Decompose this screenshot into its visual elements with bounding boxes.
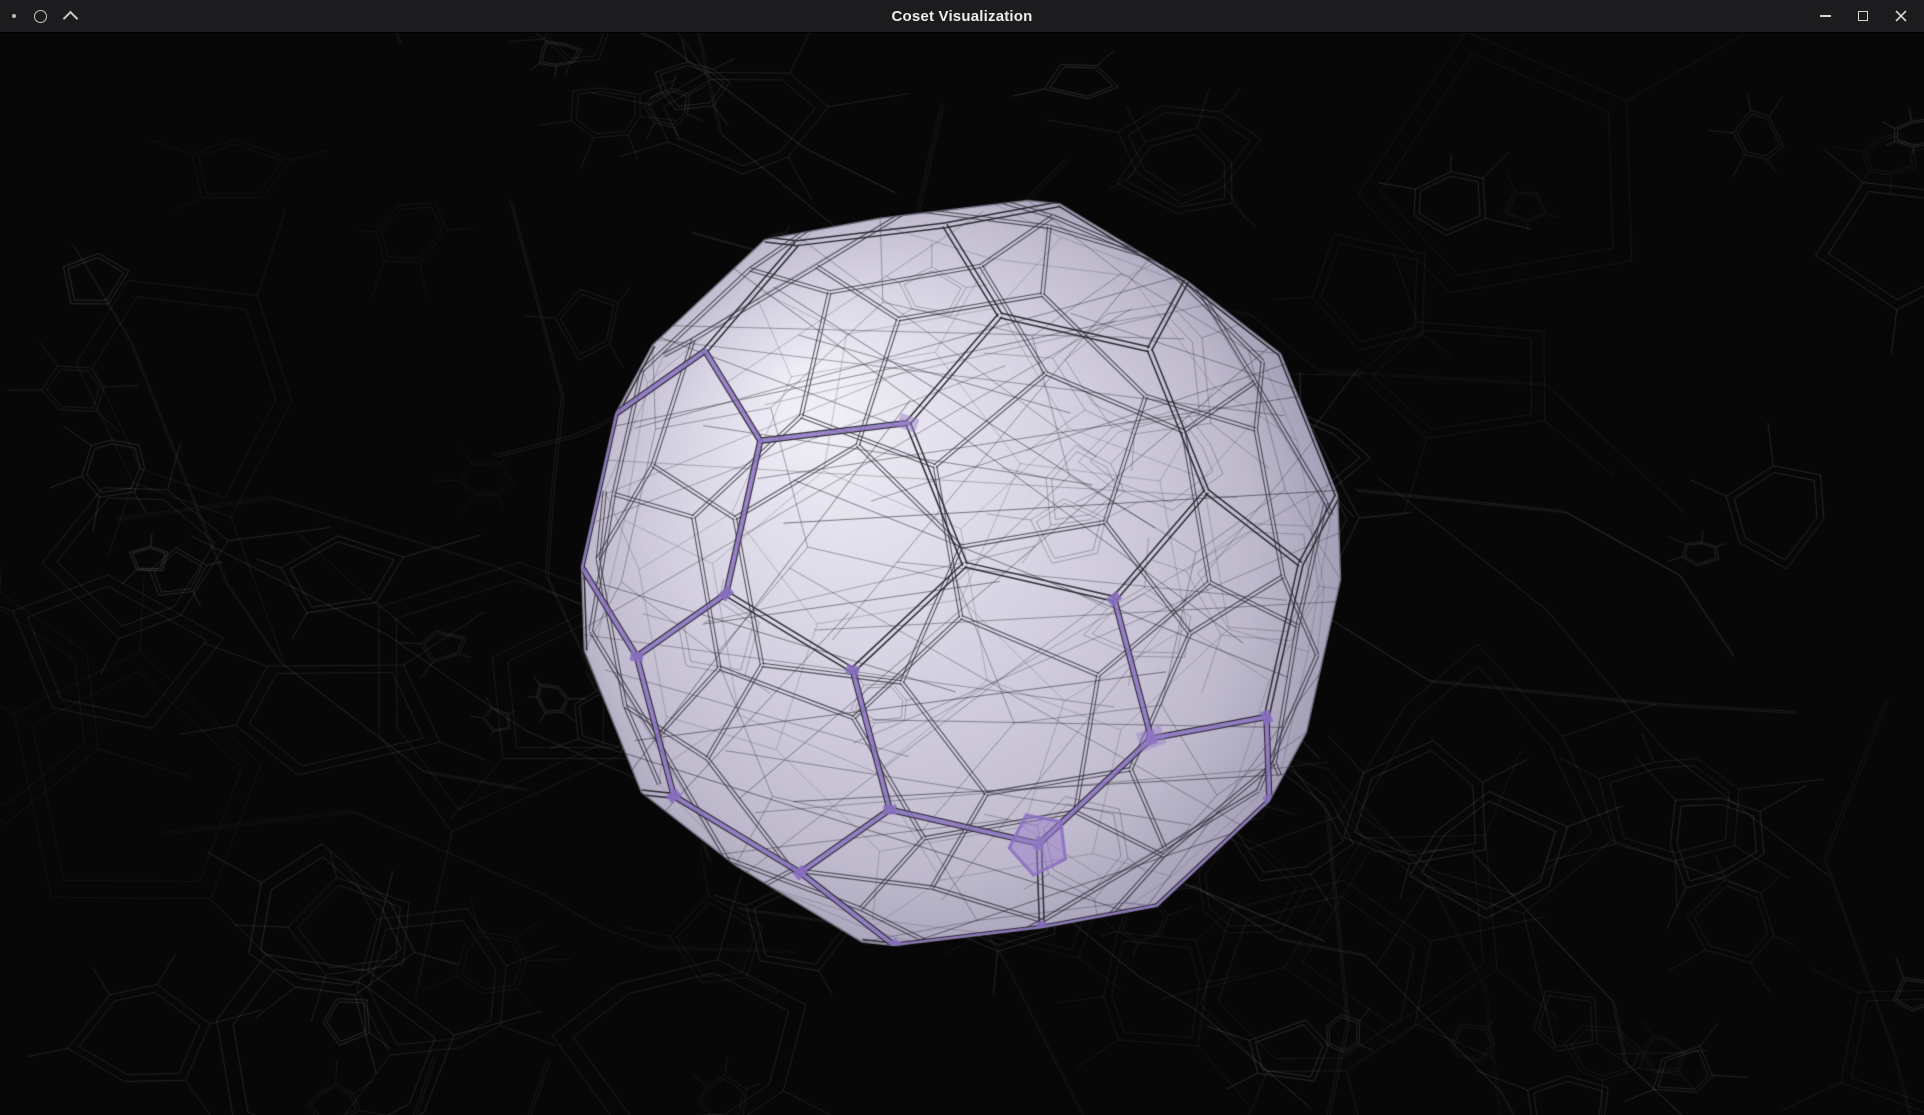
titlebar-left-icons xyxy=(12,0,76,32)
circle-icon[interactable] xyxy=(34,10,47,23)
app-dot-icon[interactable] xyxy=(12,14,16,18)
chevron-up-icon[interactable] xyxy=(63,10,79,26)
close-button[interactable] xyxy=(1888,3,1914,29)
close-icon xyxy=(1895,10,1907,22)
scene-canvas[interactable] xyxy=(0,33,1924,1115)
maximize-button[interactable] xyxy=(1850,3,1876,29)
viewport xyxy=(0,33,1924,1115)
titlebar: Coset Visualization xyxy=(0,0,1924,33)
window-title: Coset Visualization xyxy=(0,8,1924,25)
app-window: Coset Visualization xyxy=(0,0,1924,1114)
minimize-button[interactable] xyxy=(1812,3,1838,29)
window-controls xyxy=(1812,0,1914,32)
maximize-icon xyxy=(1858,11,1868,21)
minimize-icon xyxy=(1820,15,1831,17)
